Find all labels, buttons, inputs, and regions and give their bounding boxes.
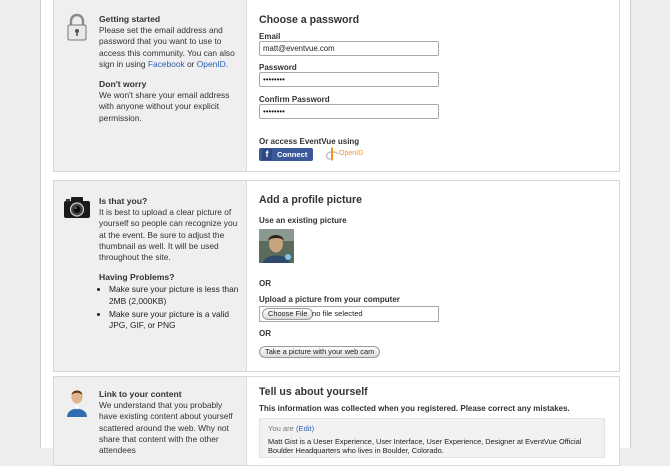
password-label: Password [259,63,297,72]
picture-sidebar: Is that you? It is best to upload a clea… [54,181,247,371]
about-title: Tell us about yourself [259,386,368,398]
or-separator-2: OR [259,329,271,338]
openid-icon [325,147,339,163]
facebook-link[interactable]: Facebook [148,59,185,69]
page-frame: Getting started Please set the email add… [40,0,631,466]
facebook-icon: f [262,149,272,160]
upload-picture-label: Upload a picture from your computer [259,295,400,304]
period-text: . [225,58,228,69]
is-that-you-text: It is best to upload a clear picture of … [99,207,238,263]
list-item: Make sure your picture is less than 2MB … [109,284,239,306]
picture-form: Add a profile picture Use an existing pi… [247,181,619,371]
or-separator-1: OR [259,279,271,288]
list-item: Make sure your picture is a valid JPG, G… [109,309,239,331]
link-content-heading: Link to your content [99,389,182,399]
dont-worry-text: We won't share your email address with a… [99,90,230,123]
openid-button[interactable]: OpenID [323,147,365,161]
password-form: Choose a password Email matt@eventvue.co… [247,0,619,171]
about-form: Tell us about yourself This information … [247,377,619,465]
email-label: Email [259,32,281,41]
password-sidebar: Getting started Please set the email add… [54,0,247,171]
about-section: Link to your content We understand that … [53,376,620,466]
problems-list: Make sure your picture is less than 2MB … [99,284,239,331]
password-help: Getting started Please set the email add… [99,14,239,124]
or-text: or [184,58,197,69]
facebook-connect-button[interactable]: f Connect [259,148,313,161]
about-help: Link to your content We understand that … [99,389,239,456]
webcam-button[interactable]: Take a picture with your web cam [259,346,381,358]
confirm-password-label: Confirm Password [259,95,330,104]
file-upload-field: Choose File no file selected [259,306,439,322]
you-are-row: You are (Edit) [268,424,314,433]
choose-password-title: Choose a password [259,14,360,26]
camera-icon [63,195,91,221]
profile-summary-box: You are (Edit) Matt Gist is a Ueser Expe… [259,418,605,458]
openid-label: OpenID [339,150,364,157]
choose-file-button[interactable]: Choose File [262,308,314,320]
confirm-password-field[interactable]: •••••••• [259,104,439,119]
access-using-label: Or access EventVue using [259,137,360,146]
about-sidebar: Link to your content We understand that … [54,377,247,465]
profile-picture-title: Add a profile picture [259,194,363,206]
getting-started-heading: Getting started [99,14,161,24]
password-field[interactable]: •••••••• [259,72,439,87]
you-are-label: You are [268,424,294,433]
picture-section: Is that you? It is best to upload a clea… [53,180,620,372]
getting-started-text: Please set the email address and passwor… [99,25,239,70]
picture-help: Is that you? It is best to upload a clea… [99,196,239,333]
edit-link[interactable]: (Edit) [296,424,314,433]
lock-icon [66,13,88,43]
is-that-you-heading: Is that you? [99,196,148,206]
facebook-connect-label: Connect [277,150,308,159]
openid-link[interactable]: OpenID [197,59,226,69]
email-field[interactable]: matt@eventvue.com [259,41,439,56]
dont-worry-heading: Don't worry [99,79,147,90]
having-problems-heading: Having Problems? [99,272,175,283]
password-section: Getting started Please set the email add… [53,0,620,172]
profile-description: Matt Gist is a Ueser Experience, User In… [268,437,582,455]
no-file-selected-text: no file selected [312,309,363,318]
about-subtitle: This information was collected when you … [259,404,570,413]
avatar[interactable] [259,229,294,263]
existing-picture-label: Use an existing picture [259,216,347,225]
user-icon [66,389,88,419]
